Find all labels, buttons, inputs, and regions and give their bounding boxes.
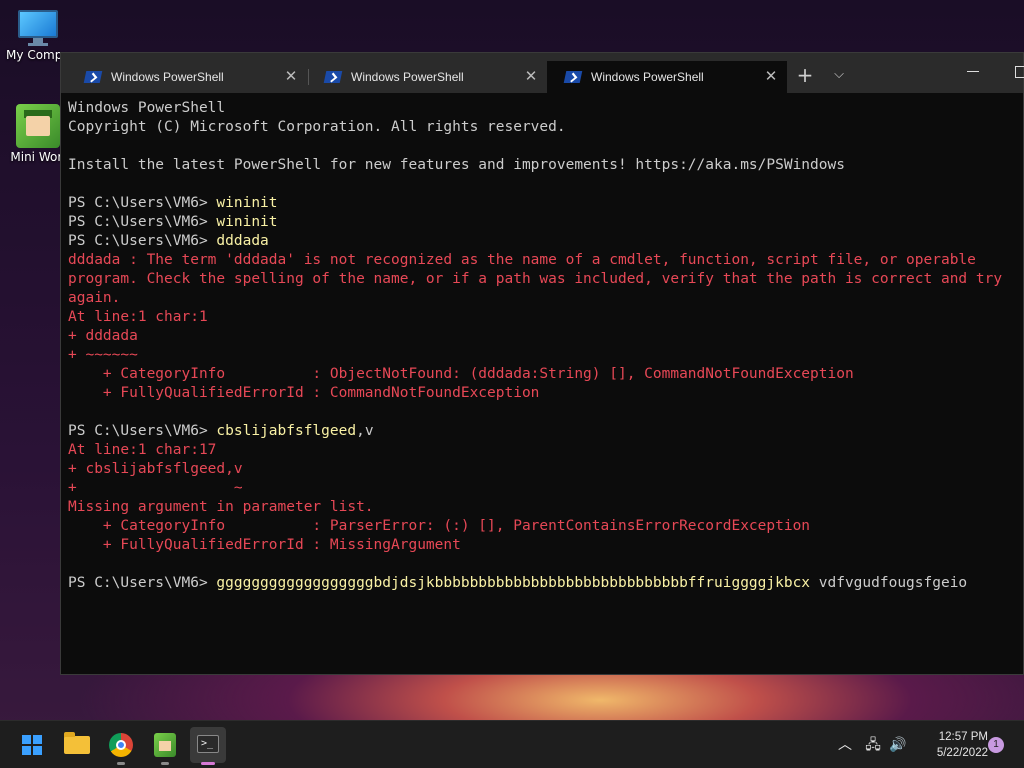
terminal-line: dddada : The term 'dddada' is not recogn… bbox=[68, 251, 1023, 270]
command-text: wininit bbox=[216, 214, 278, 230]
windows-start-icon bbox=[22, 735, 42, 755]
clock-time: 12:57 PM bbox=[938, 731, 988, 743]
minimize-button[interactable] bbox=[967, 71, 979, 72]
command-text: dddada bbox=[216, 233, 269, 249]
terminal-line: + dddada bbox=[68, 327, 1023, 346]
output-text: PS C:\Users\VM6> bbox=[68, 423, 217, 439]
output-text: PS C:\Users\VM6> bbox=[68, 233, 217, 249]
network-icon[interactable]: 🖧 bbox=[864, 735, 882, 753]
command-text: wininit bbox=[216, 195, 278, 211]
terminal-icon: >_ bbox=[197, 735, 219, 753]
error-text: + FullyQualifiedErrorId : CommandNotFoun… bbox=[68, 385, 540, 401]
tab-powershell-1[interactable]: Windows PowerShell ✕ bbox=[67, 61, 307, 93]
tab-powershell-2[interactable]: Windows PowerShell ✕ bbox=[307, 61, 547, 93]
terminal-line: At line:1 char:1 bbox=[68, 308, 1023, 327]
error-text: At line:1 char:17 bbox=[68, 442, 217, 458]
mini-world-button[interactable] bbox=[147, 727, 183, 765]
chrome-icon bbox=[109, 733, 133, 757]
close-tab-icon[interactable]: ✕ bbox=[523, 69, 539, 85]
tab-title: Windows PowerShell bbox=[351, 70, 464, 84]
error-text: + dddada bbox=[68, 328, 138, 344]
error-text: Missing argument in parameter list. bbox=[68, 499, 374, 515]
game-icon bbox=[154, 733, 176, 757]
terminal-line: + CategoryInfo : ParserError: (:) [], Pa… bbox=[68, 517, 1023, 536]
terminal-line: + FullyQualifiedErrorId : CommandNotFoun… bbox=[68, 384, 1023, 403]
command-text: cbslijabfsflgeed bbox=[216, 423, 357, 439]
error-text: dddada : The term 'dddada' is not recogn… bbox=[68, 252, 976, 268]
tab-title: Windows PowerShell bbox=[111, 70, 224, 84]
terminal-line: + ~ bbox=[68, 479, 1023, 498]
show-hidden-icons-chevron-icon[interactable]: ︿ bbox=[836, 735, 854, 753]
terminal-line: + FullyQualifiedErrorId : MissingArgumen… bbox=[68, 536, 1023, 555]
terminal-line: Windows PowerShell bbox=[68, 99, 1023, 118]
terminal-line: + CategoryInfo : ObjectNotFound: (dddada… bbox=[68, 365, 1023, 384]
powershell-icon bbox=[323, 71, 343, 83]
error-text: + ~~~~~~ bbox=[68, 347, 138, 363]
terminal-line: PS C:\Users\VM6> ggggggggggggggggggbdjds… bbox=[68, 574, 1023, 593]
terminal-line: Install the latest PowerShell for new fe… bbox=[68, 156, 1023, 175]
output-text: vdfvgudfougsfgeio bbox=[810, 575, 968, 591]
powershell-icon bbox=[83, 71, 103, 83]
tab-bar: Windows PowerShell ✕ Windows PowerShell … bbox=[61, 53, 1024, 93]
taskbar: >_ ︿ 🖧 🔊 12:57 PM 5/22/2022 1 bbox=[0, 720, 1024, 768]
error-text: program. Check the spelling of the name,… bbox=[68, 271, 1003, 287]
active-indicator bbox=[201, 762, 215, 765]
terminal-line: Copyright (C) Microsoft Corporation. All… bbox=[68, 118, 1023, 137]
command-text: ggggggggggggggggggbdjdsjkbbbbbbbbbbbbbbb… bbox=[216, 575, 811, 591]
error-text: + FullyQualifiedErrorId : MissingArgumen… bbox=[68, 537, 461, 553]
file-explorer-button[interactable] bbox=[59, 727, 95, 763]
clock[interactable]: 12:57 PM 5/22/2022 bbox=[916, 729, 988, 768]
terminal-line: Missing argument in parameter list. bbox=[68, 498, 1023, 517]
terminal-line: + cbslijabfsflgeed,v bbox=[68, 460, 1023, 479]
terminal-line: PS C:\Users\VM6> cbslijabfsflgeed,v bbox=[68, 422, 1023, 441]
game-icon bbox=[16, 104, 60, 148]
terminal-button[interactable]: >_ bbox=[190, 727, 226, 765]
clock-date: 5/22/2022 bbox=[936, 747, 988, 759]
tab-powershell-3[interactable]: Windows PowerShell ✕ bbox=[547, 61, 787, 93]
error-text: At line:1 char:1 bbox=[68, 309, 208, 325]
terminal-line: At line:1 char:17 bbox=[68, 441, 1023, 460]
error-text: + CategoryInfo : ObjectNotFound: (dddada… bbox=[68, 366, 854, 382]
output-text: Copyright (C) Microsoft Corporation. All… bbox=[68, 119, 566, 135]
tab-dropdown-button[interactable]: ⌵ bbox=[829, 65, 849, 85]
close-tab-icon[interactable]: ✕ bbox=[763, 69, 779, 85]
error-text: + ~ bbox=[68, 480, 243, 496]
output-text: ,v bbox=[356, 423, 374, 439]
new-tab-button[interactable]: + bbox=[795, 65, 815, 85]
error-text: again. bbox=[68, 290, 121, 306]
running-indicator bbox=[117, 762, 125, 765]
terminal-line: PS C:\Users\VM6> wininit bbox=[68, 213, 1023, 232]
output-text: PS C:\Users\VM6> bbox=[68, 195, 217, 211]
start-button[interactable] bbox=[14, 727, 50, 763]
output-text: PS C:\Users\VM6> bbox=[68, 575, 217, 591]
chrome-button[interactable] bbox=[103, 727, 139, 765]
close-tab-icon[interactable]: ✕ bbox=[283, 69, 299, 85]
output-text: PS C:\Users\VM6> bbox=[68, 214, 217, 230]
output-text: Windows PowerShell bbox=[68, 100, 226, 116]
running-indicator bbox=[161, 762, 169, 765]
volume-icon[interactable]: 🔊 bbox=[889, 735, 907, 753]
tab-title: Windows PowerShell bbox=[591, 70, 704, 84]
error-text: + cbslijabfsflgeed,v bbox=[68, 461, 243, 477]
terminal-line: + ~~~~~~ bbox=[68, 346, 1023, 365]
error-text: + CategoryInfo : ParserError: (:) [], Pa… bbox=[68, 518, 811, 534]
folder-icon bbox=[64, 732, 90, 754]
terminal-line: again. bbox=[68, 289, 1023, 308]
terminal-line: PS C:\Users\VM6> wininit bbox=[68, 194, 1023, 213]
maximize-button[interactable] bbox=[1015, 66, 1024, 78]
terminal-window: Windows PowerShell ✕ Windows PowerShell … bbox=[60, 52, 1024, 675]
powershell-icon bbox=[563, 71, 583, 83]
terminal-line: program. Check the spelling of the name,… bbox=[68, 270, 1023, 289]
monitor-icon bbox=[16, 10, 60, 46]
terminal-line: PS C:\Users\VM6> dddada bbox=[68, 232, 1023, 251]
output-text: Install the latest PowerShell for new fe… bbox=[68, 157, 845, 173]
notification-badge[interactable]: 1 bbox=[988, 737, 1004, 753]
terminal-output[interactable]: Windows PowerShell Copyright (C) Microsof… bbox=[68, 99, 1023, 674]
